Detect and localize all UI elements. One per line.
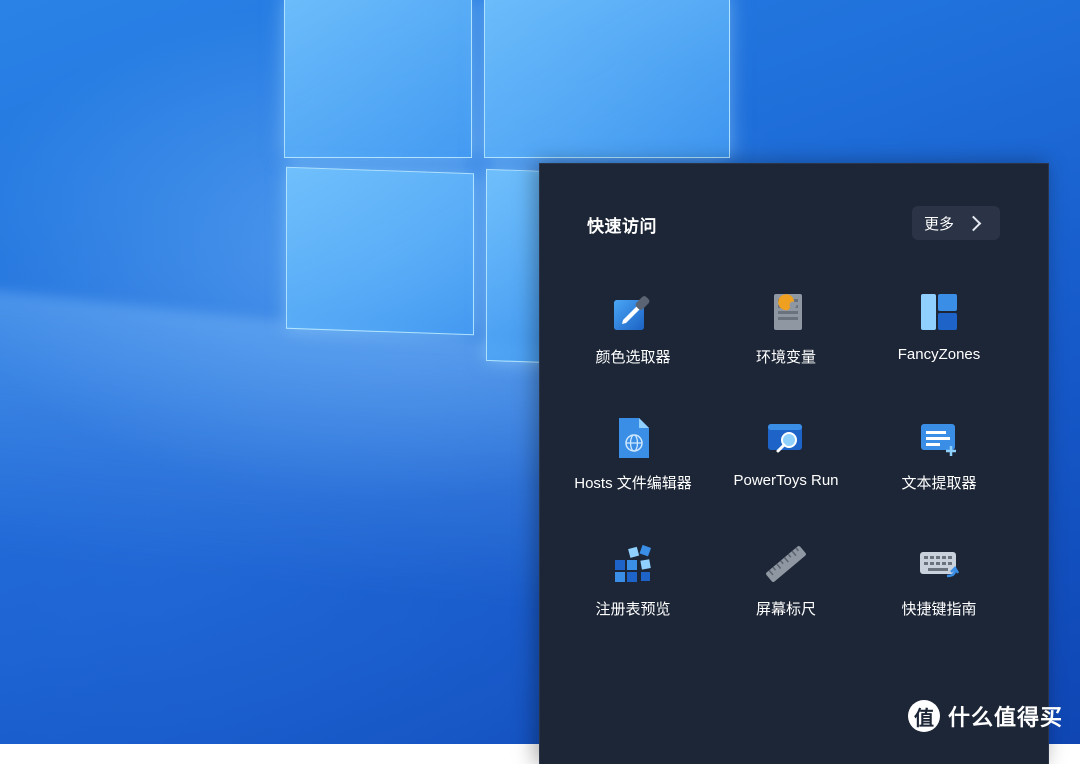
tool-label: 文本提取器 <box>901 475 977 492</box>
tool-label: 注册表预览 <box>595 601 671 618</box>
tool-label: 颜色选取器 <box>595 349 671 366</box>
tool-environment-variables[interactable]: 环境变量 <box>711 290 861 390</box>
tool-registry-preview[interactable]: 注册表预览 <box>558 542 708 642</box>
tool-color-picker[interactable]: 颜色选取器 <box>558 290 708 390</box>
watermark-badge: 值 <box>908 700 940 732</box>
powertoys-run-icon <box>764 416 808 460</box>
environment-variables-icon <box>764 290 808 334</box>
tool-label: 快捷键指南 <box>901 601 977 618</box>
shortcut-guide-icon <box>917 542 961 586</box>
tool-hosts-file-editor[interactable]: Hosts 文件编辑器 <box>558 416 708 516</box>
tool-shortcut-guide[interactable]: 快捷键指南 <box>864 542 1014 642</box>
tool-label: 环境变量 <box>755 349 816 366</box>
tool-label: 屏幕标尺 <box>755 601 816 618</box>
tool-label: PowerToys Run <box>733 472 839 489</box>
more-button[interactable]: 更多 <box>912 206 1000 240</box>
tool-fancyzones[interactable]: FancyZones <box>864 290 1014 390</box>
screen-ruler-icon <box>764 542 808 586</box>
tool-label: Hosts 文件编辑器 <box>574 475 692 492</box>
more-button-label: 更多 <box>924 215 955 233</box>
tool-text-extractor[interactable]: 文本提取器 <box>864 416 1014 516</box>
color-picker-icon <box>611 290 655 334</box>
windows-logo-pane <box>284 0 472 158</box>
watermark-text: 什么值得买 <box>948 705 1064 730</box>
powertoys-quick-access-flyout: 快速访问 更多 颜色选取器 环境变量 FancyZones Hosts 文件编辑… <box>539 163 1049 764</box>
tool-screen-ruler[interactable]: 屏幕标尺 <box>711 542 861 642</box>
registry-preview-icon <box>611 542 655 586</box>
tool-powertoys-run[interactable]: PowerToys Run <box>711 416 861 516</box>
flyout-title: 快速访问 <box>587 217 657 236</box>
site-watermark: 值 什么值得买 <box>908 700 1063 732</box>
chevron-right-icon <box>965 215 982 231</box>
tool-label: FancyZones <box>897 346 981 363</box>
hosts-file-editor-icon <box>611 416 655 460</box>
text-extractor-icon <box>917 416 961 460</box>
windows-logo-pane <box>484 0 730 158</box>
fancyzones-icon <box>917 290 961 334</box>
windows-logo-pane <box>286 166 474 336</box>
